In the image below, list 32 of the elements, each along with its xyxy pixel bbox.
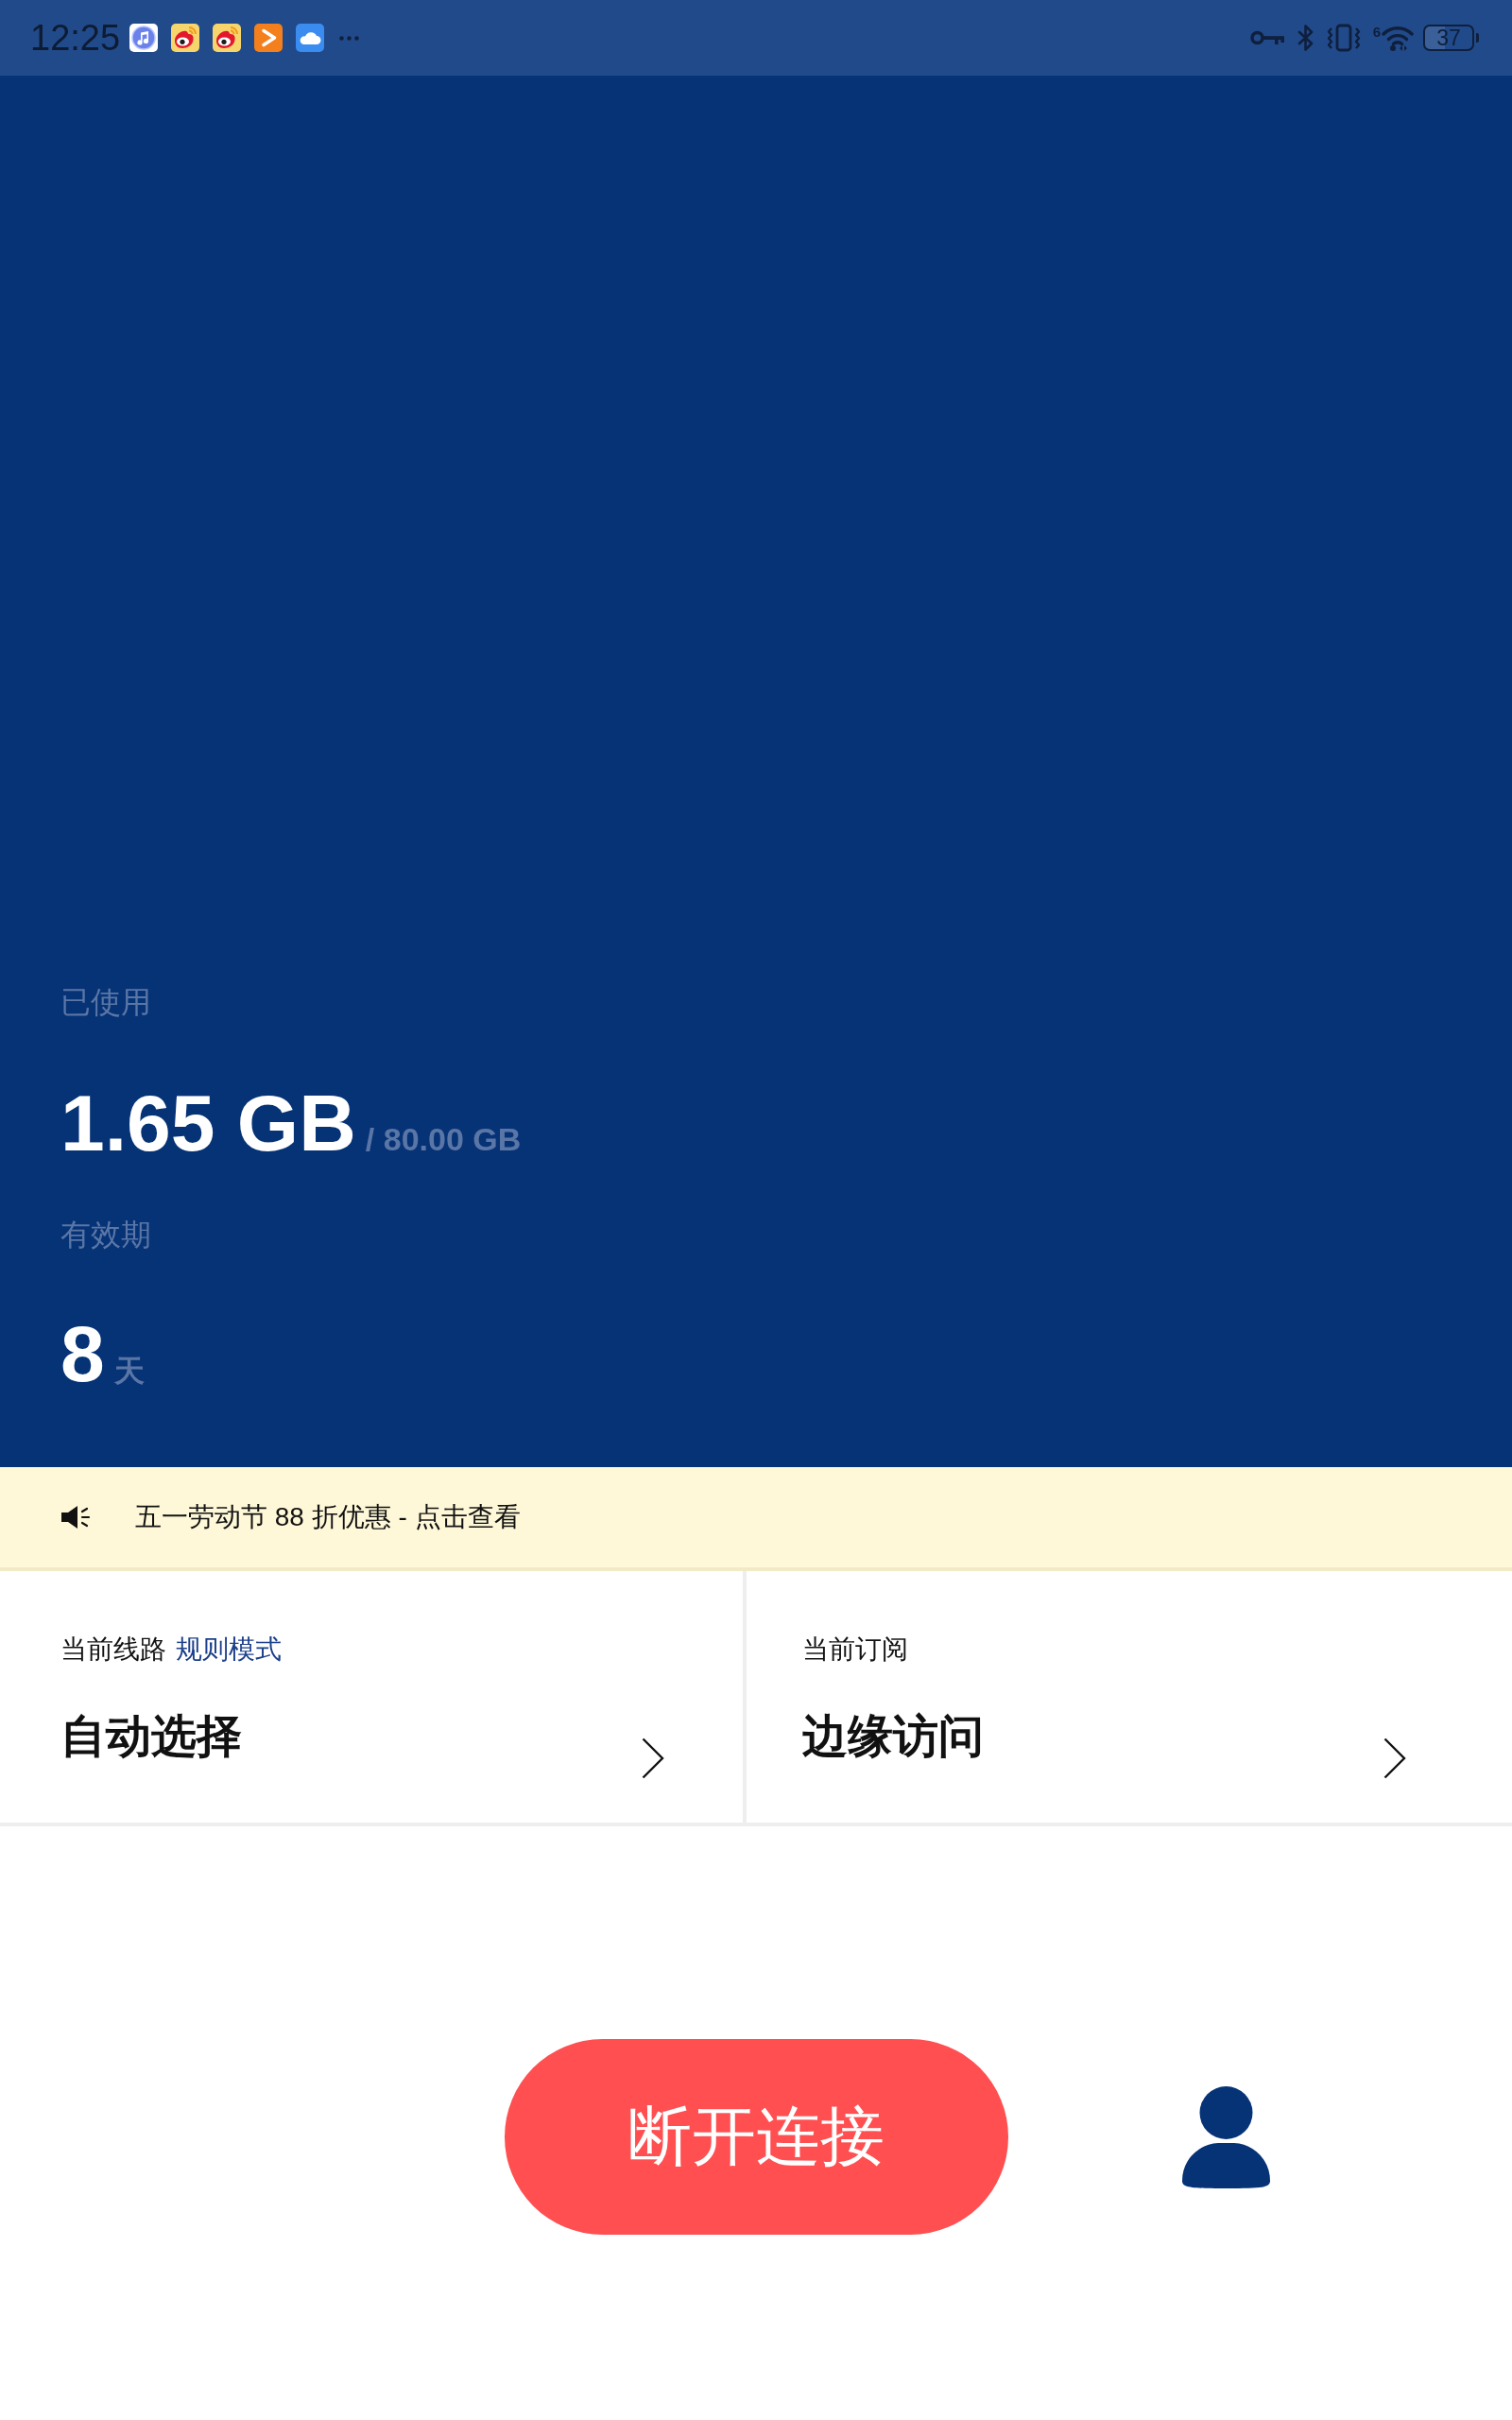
card-value: 自动选择 (60, 1710, 243, 1763)
chevron-right-icon (1383, 1737, 1406, 1779)
days-remaining: 8 (60, 1314, 105, 1393)
vibrate-icon (1325, 24, 1362, 52)
key-icon (1249, 29, 1284, 46)
eye-app-icon (171, 24, 200, 52)
card-label: 当前线路 (60, 1634, 166, 1666)
more-icon (339, 35, 360, 41)
cloud-app-icon (296, 24, 325, 52)
play-app-icon (254, 24, 284, 52)
card-value: 边缘访问 (802, 1710, 985, 1763)
clock-time: 12:25 (30, 20, 121, 56)
days-unit: 天 (113, 1353, 145, 1390)
notice-text: 五一劳动节 88 折优惠 - 点击查看 (135, 1501, 521, 1533)
wifi-icon (1382, 25, 1414, 51)
battery-indicator: 37 (1423, 25, 1479, 51)
music-note-icon (129, 24, 159, 52)
route-card[interactable]: 当前线路 规则模式 自动选择 (0, 1571, 743, 1823)
wifi-generation-label: 6 (1372, 25, 1381, 39)
card-label: 当前订阅 (802, 1634, 908, 1666)
used-label: 已使用 (60, 984, 151, 1021)
subscription-card[interactable]: 当前订阅 边缘访问 (743, 1571, 1512, 1823)
bluetooth-icon (1297, 24, 1314, 52)
notice-banner[interactable]: 五一劳动节 88 折优惠 - 点击查看 (0, 1467, 1512, 1571)
quota-amount: / 80.00 GB (365, 1120, 522, 1159)
eye-app-icon (213, 24, 242, 52)
used-amount: 1.65 GB (60, 1083, 356, 1163)
validity-label: 有效期 (60, 1217, 151, 1253)
speaker-icon (60, 1504, 91, 1530)
mode-text: 规则模式 (176, 1634, 282, 1666)
chevron-right-icon (642, 1737, 664, 1779)
user-icon[interactable] (1181, 2085, 1270, 2188)
